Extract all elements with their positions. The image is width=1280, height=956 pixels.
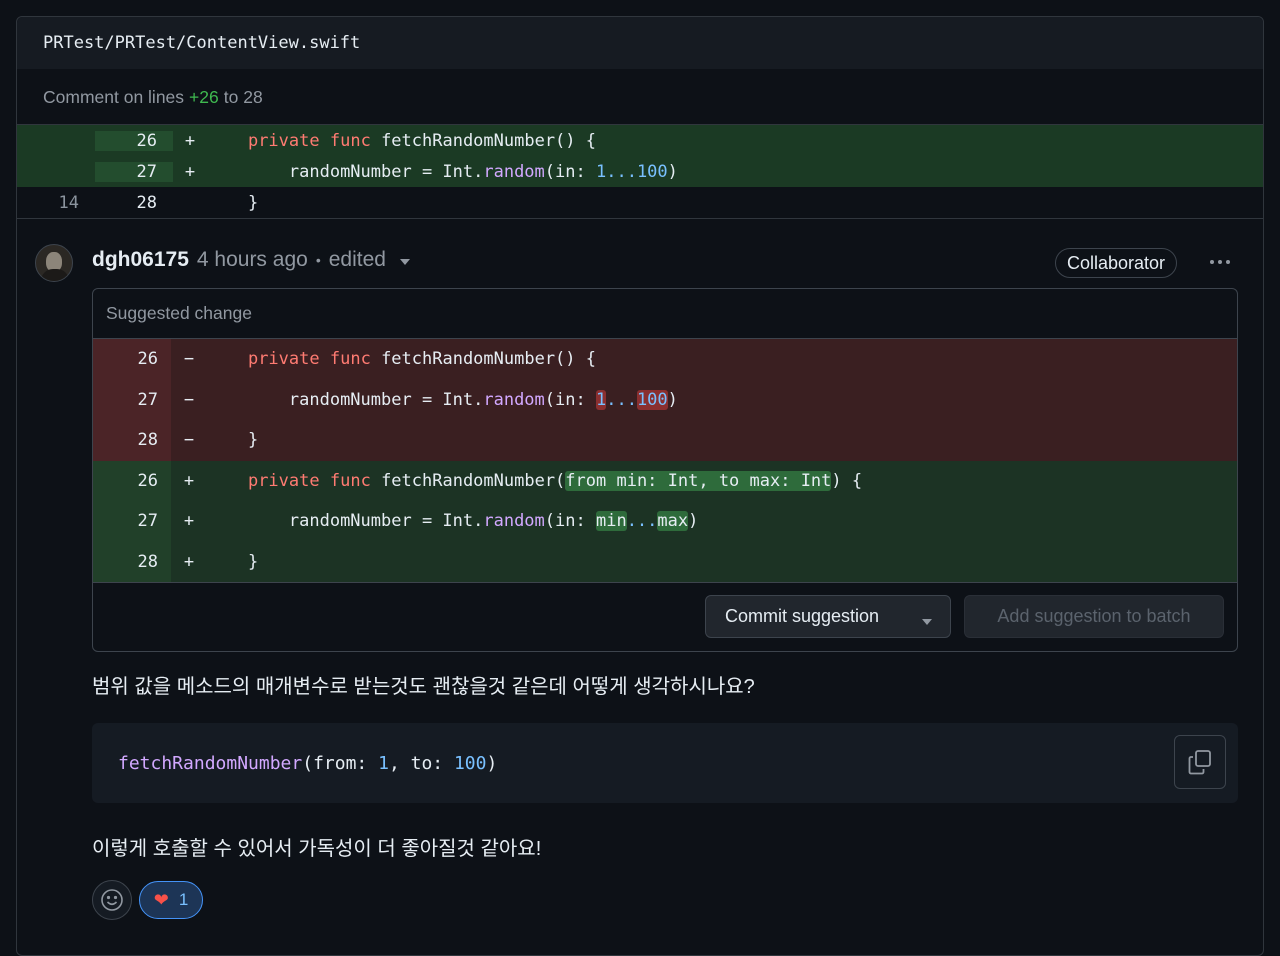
caret-down-icon[interactable] [922,619,932,625]
code-block: fetchRandomNumber(from: 1, to: 100) [92,723,1238,803]
comment-timestamp[interactable]: 4 hours ago [197,248,308,272]
diff-line: 26 + private func fetchRandomNumber() { [17,125,1263,156]
old-line-number: 14 [58,192,79,213]
heart-reaction-button[interactable]: ❤ 1 [139,881,203,919]
code-line: private func fetchRandomNumber() { [247,130,596,151]
diff-line: 14 28 } [17,187,1263,218]
suggested-change-title: Suggested change [93,289,1237,339]
file-path-header: PRTest/PRTest/ContentView.swift [17,17,1263,70]
deleted-line: 26 − private func fetchRandomNumber() { [93,339,1237,380]
suggestion-diff: 26 − private func fetchRandomNumber() { … [93,339,1237,582]
inserted-line: 26 + private func fetchRandomNumber(from… [93,460,1237,501]
new-line-number: 26 [95,130,173,151]
meta-separator: • [315,252,321,268]
inserted-line: 28 + } [93,541,1237,582]
deleted-line: 27 − randomNumber = Int.random(in: 1...1… [93,379,1237,420]
author-name[interactable]: dgh06175 [92,248,189,272]
kebab-icon[interactable] [1206,252,1234,272]
new-line-number: 27 [95,161,173,182]
reaction-count: 1 [178,890,189,909]
heart-icon: ❤ [153,889,169,910]
inserted-line: 27 + randomNumber = Int.random(in: min..… [93,501,1237,542]
new-line-number: 28 [136,192,157,213]
edited-label[interactable]: edited [329,248,386,272]
context-diff: 26 + private func fetchRandomNumber() { … [17,124,1263,219]
code-line: } [247,192,259,213]
comment-header: dgh06175 4 hours ago • edited [92,248,410,272]
code-line: randomNumber = Int.random(in: 1...100) [288,161,678,182]
smiley-icon[interactable] [92,880,132,920]
add-to-batch-button[interactable]: Add suggestion to batch [964,595,1224,638]
caret-down-icon[interactable] [399,259,410,265]
avatar[interactable] [35,244,73,282]
deleted-line: 28 − } [93,420,1237,461]
commit-suggestion-button[interactable]: Commit suggestion [705,595,951,638]
role-badge: Collaborator [1055,248,1178,278]
diff-sign: + [184,161,196,182]
comment-body-line: 이렇게 호출할 수 있어서 가독성이 더 좋아질것 같아요! [92,838,542,860]
diff-line: 27 + randomNumber = Int.random(in: 1...1… [17,156,1263,187]
suggested-change-box: Suggested change 26 − private func fetch… [92,288,1238,652]
diff-sign: + [184,130,196,151]
comment-range-label: Comment on lines +26 to 28 [17,70,1263,124]
comment-body-line: 범위 값을 메소드의 매개변수로 받는것도 괜찮을것 같은데 어떻게 생각하시나… [92,676,755,698]
copy-icon[interactable] [1174,735,1226,789]
suggestion-actions: Commit suggestion Add suggestion to batc… [93,582,1237,651]
file-path[interactable]: PRTest/PRTest/ContentView.swift [43,33,360,53]
